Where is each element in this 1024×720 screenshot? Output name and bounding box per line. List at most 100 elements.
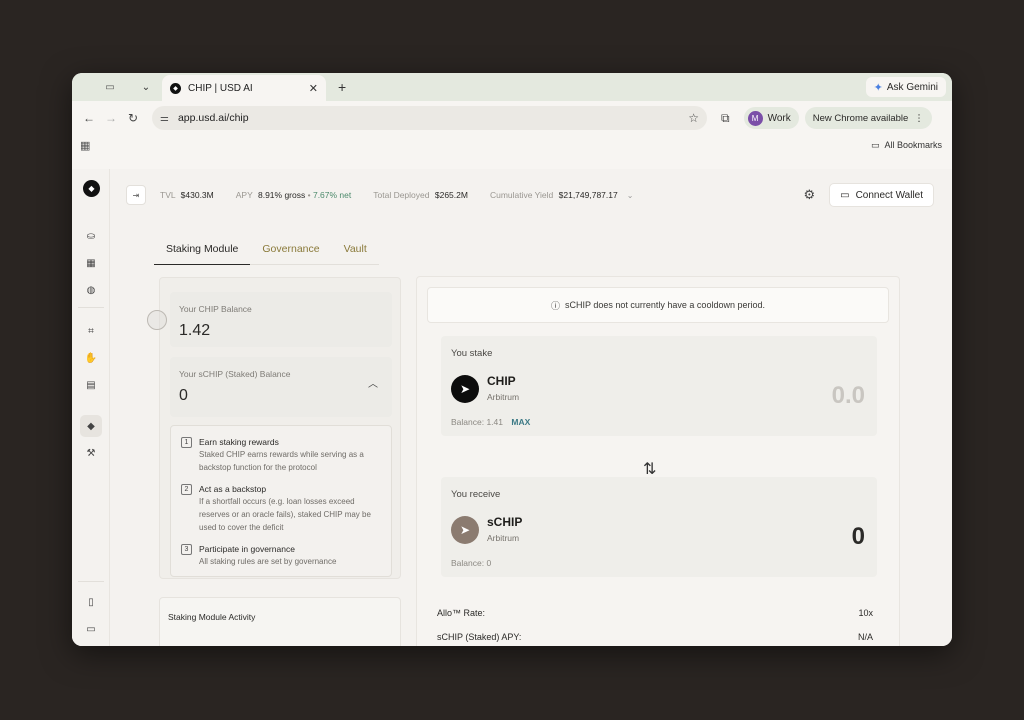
info-number: 1 bbox=[181, 437, 192, 448]
globe-icon[interactable]: ◍ bbox=[80, 279, 102, 301]
yield-value: $21,749,787.17 bbox=[558, 190, 618, 200]
site-settings-icon[interactable]: ⚌ bbox=[160, 113, 169, 124]
tab-staking-module[interactable]: Staking Module bbox=[154, 237, 251, 265]
allo-rate-row: Allo™ Rate: 10x bbox=[437, 608, 873, 618]
tab-groups-icon[interactable]: ▭ bbox=[90, 77, 130, 97]
deployed-stat: Total Deployed $265.2M bbox=[373, 190, 468, 200]
rate-label: Allo™ Rate: bbox=[437, 608, 486, 618]
settings-gear-icon[interactable]: ⚙ bbox=[803, 187, 815, 203]
ask-gemini-label: Ask Gemini bbox=[886, 81, 938, 93]
tvl-label: TVL bbox=[160, 190, 176, 200]
rail-divider bbox=[78, 581, 104, 582]
all-bookmarks-button[interactable]: ▭ All Bookmarks bbox=[871, 140, 942, 151]
left-nav-rail: ◆ ⛀ ▦ ◍ ⌗ ✋ ▤ ◆ ⚒ ▯ ▭ bbox=[72, 169, 110, 646]
schip-apy-row: sCHIP (Staked) APY: N/A bbox=[437, 632, 873, 642]
chrome-update-button[interactable]: New Chrome available ⋮ bbox=[804, 107, 932, 129]
receive-token-name: sCHIP bbox=[487, 515, 523, 529]
chip-token-icon: ➤ bbox=[451, 375, 479, 403]
rate-label: sCHIP (Staked) APY: bbox=[437, 632, 522, 642]
gemini-sparkle-icon: ✦ bbox=[873, 81, 883, 94]
max-button[interactable]: MAX bbox=[511, 417, 530, 427]
cooldown-text: sCHIP does not currently have a cooldown… bbox=[565, 300, 765, 310]
ask-gemini-button[interactable]: ✦ Ask Gemini bbox=[865, 77, 946, 97]
schip-balance-label: Your sCHIP (Staked) Balance bbox=[179, 369, 291, 379]
chip-balance-value: 1.42 bbox=[179, 322, 211, 339]
schip-balance-card[interactable]: Your sCHIP (Staked) Balance 0 ︿ bbox=[170, 357, 392, 417]
deployed-label: Total Deployed bbox=[373, 190, 430, 200]
receive-output-card: You receive ➤ sCHIP Arbitrum 0 Balance: … bbox=[441, 477, 877, 577]
info-number: 3 bbox=[181, 544, 192, 555]
stake-balance: Balance: 1.41 MAX bbox=[451, 417, 530, 427]
stake-heading: You stake bbox=[451, 348, 493, 359]
back-arrow-icon[interactable]: ← bbox=[78, 107, 100, 129]
apy-label: APY bbox=[235, 190, 253, 200]
folder-icon: ▭ bbox=[870, 139, 880, 150]
activity-title: Staking Module Activity bbox=[168, 612, 256, 622]
receive-amount: 0 bbox=[851, 523, 865, 550]
apy-stat: APY 8.91% gross • 7.67% net bbox=[236, 190, 352, 200]
address-bar[interactable]: ⚌ app.usd.ai/chip ☆ bbox=[152, 106, 707, 130]
info-item: 3 Participate in governance All staking … bbox=[181, 543, 386, 568]
stake-amount-input[interactable]: 0.0 bbox=[832, 382, 865, 410]
stake-input-card: You stake ➤ CHIP Arbitrum 0.0 Balance: 1… bbox=[441, 336, 877, 436]
rate-value: 10x bbox=[858, 608, 873, 618]
info-title: Participate in governance bbox=[199, 544, 295, 554]
browser-tab[interactable]: ◆ CHIP | USD AI ✕ bbox=[162, 75, 326, 101]
info-title: Earn staking rewards bbox=[199, 437, 279, 447]
hand-coin-icon[interactable]: ⛀ bbox=[80, 225, 102, 247]
stake-balance-text: Balance: 1.41 bbox=[451, 417, 503, 427]
info-description: If a shortfall occurs (e.g. loan losses … bbox=[199, 497, 371, 532]
collapse-sidebar-icon[interactable]: ⇥ bbox=[126, 185, 146, 205]
swap-direction-icon[interactable]: ⇅ bbox=[643, 459, 656, 479]
extensions-puzzle-icon[interactable]: ⧉ bbox=[721, 111, 730, 126]
hand-icon[interactable]: ✋ bbox=[80, 347, 102, 369]
tvl-stat: TVL $430.3M bbox=[160, 190, 214, 200]
profile-avatar: M bbox=[747, 110, 763, 126]
bookmarks-bar: ▦ ▭ All Bookmarks bbox=[72, 135, 952, 155]
apps-grid-icon[interactable]: ▦ bbox=[80, 139, 90, 152]
bookmark-star-icon[interactable]: ☆ bbox=[688, 111, 699, 125]
profile-name: Work bbox=[767, 112, 791, 124]
url-text[interactable]: app.usd.ai/chip bbox=[178, 112, 688, 124]
chevron-up-icon[interactable]: ︿ bbox=[368, 375, 378, 390]
navigation-bar: ← → ↻ ⚌ app.usd.ai/chip ☆ ⧉ M Work New C… bbox=[72, 101, 952, 135]
info-item: 2 Act as a backstop If a shortfall occur… bbox=[181, 483, 386, 534]
usd-ai-logo-icon[interactable]: ◆ bbox=[83, 180, 100, 197]
all-bookmarks-label: All Bookmarks bbox=[884, 140, 942, 150]
apy-net: 7.67% net bbox=[312, 190, 352, 200]
yield-stat[interactable]: Cumulative Yield $21,749,787.17 ⌄ bbox=[490, 190, 634, 200]
tab-governance[interactable]: Governance bbox=[250, 237, 332, 265]
info-item: 1 Earn staking rewards Staked CHIP earns… bbox=[181, 436, 386, 474]
dashboard-grid-icon[interactable]: ▦ bbox=[80, 252, 102, 274]
document-chart-icon[interactable]: ▤ bbox=[80, 374, 102, 396]
docs-file-icon[interactable]: ▯ bbox=[80, 591, 102, 613]
deployed-value: $265.2M bbox=[434, 190, 468, 200]
stats-bar: ⇥ TVL $430.3M APY 8.91% gross • 7.67% ne… bbox=[126, 182, 934, 208]
schip-token-icon: ➤ bbox=[451, 516, 479, 544]
gavel-icon[interactable]: ⚒ bbox=[80, 442, 102, 464]
info-circle-icon: ⓘ bbox=[551, 300, 561, 311]
tab-vault[interactable]: Vault bbox=[331, 237, 379, 265]
info-description: All staking rules are set by governance bbox=[199, 557, 337, 566]
schip-balance-value: 0 bbox=[179, 387, 188, 404]
apy-gross: 8.91% gross bbox=[257, 190, 306, 200]
forward-arrow-icon[interactable]: → bbox=[100, 107, 122, 129]
chip-favicon-icon: ◆ bbox=[170, 82, 181, 94]
more-vert-icon: ⋮ bbox=[914, 112, 924, 124]
profile-button[interactable]: M Work bbox=[743, 107, 799, 129]
connect-wallet-button[interactable]: ▭ Connect Wallet bbox=[829, 183, 934, 207]
staking-activity-panel: Staking Module Activity bbox=[159, 597, 401, 646]
tab-search-chevron-icon[interactable]: ⌄ bbox=[136, 77, 156, 97]
rate-value: N/A bbox=[857, 632, 873, 642]
new-tab-icon[interactable]: + bbox=[338, 79, 346, 95]
chip-staking-icon[interactable]: ◆ bbox=[80, 415, 102, 437]
chat-bubble-icon[interactable]: ▭ bbox=[80, 618, 102, 640]
stake-token-name: CHIP bbox=[487, 374, 516, 388]
chip-balance-card: Your CHIP Balance 1.42 bbox=[170, 292, 392, 347]
reload-icon[interactable]: ↻ bbox=[122, 107, 144, 129]
chart-icon[interactable]: ⌗ bbox=[80, 320, 102, 342]
receive-balance: Balance: 0 bbox=[451, 558, 492, 568]
stake-panel: ⓘ sCHIP does not currently have a cooldo… bbox=[416, 276, 900, 646]
info-description: Staked CHIP earns rewards while serving … bbox=[199, 450, 364, 472]
close-tab-icon[interactable]: ✕ bbox=[309, 82, 318, 95]
